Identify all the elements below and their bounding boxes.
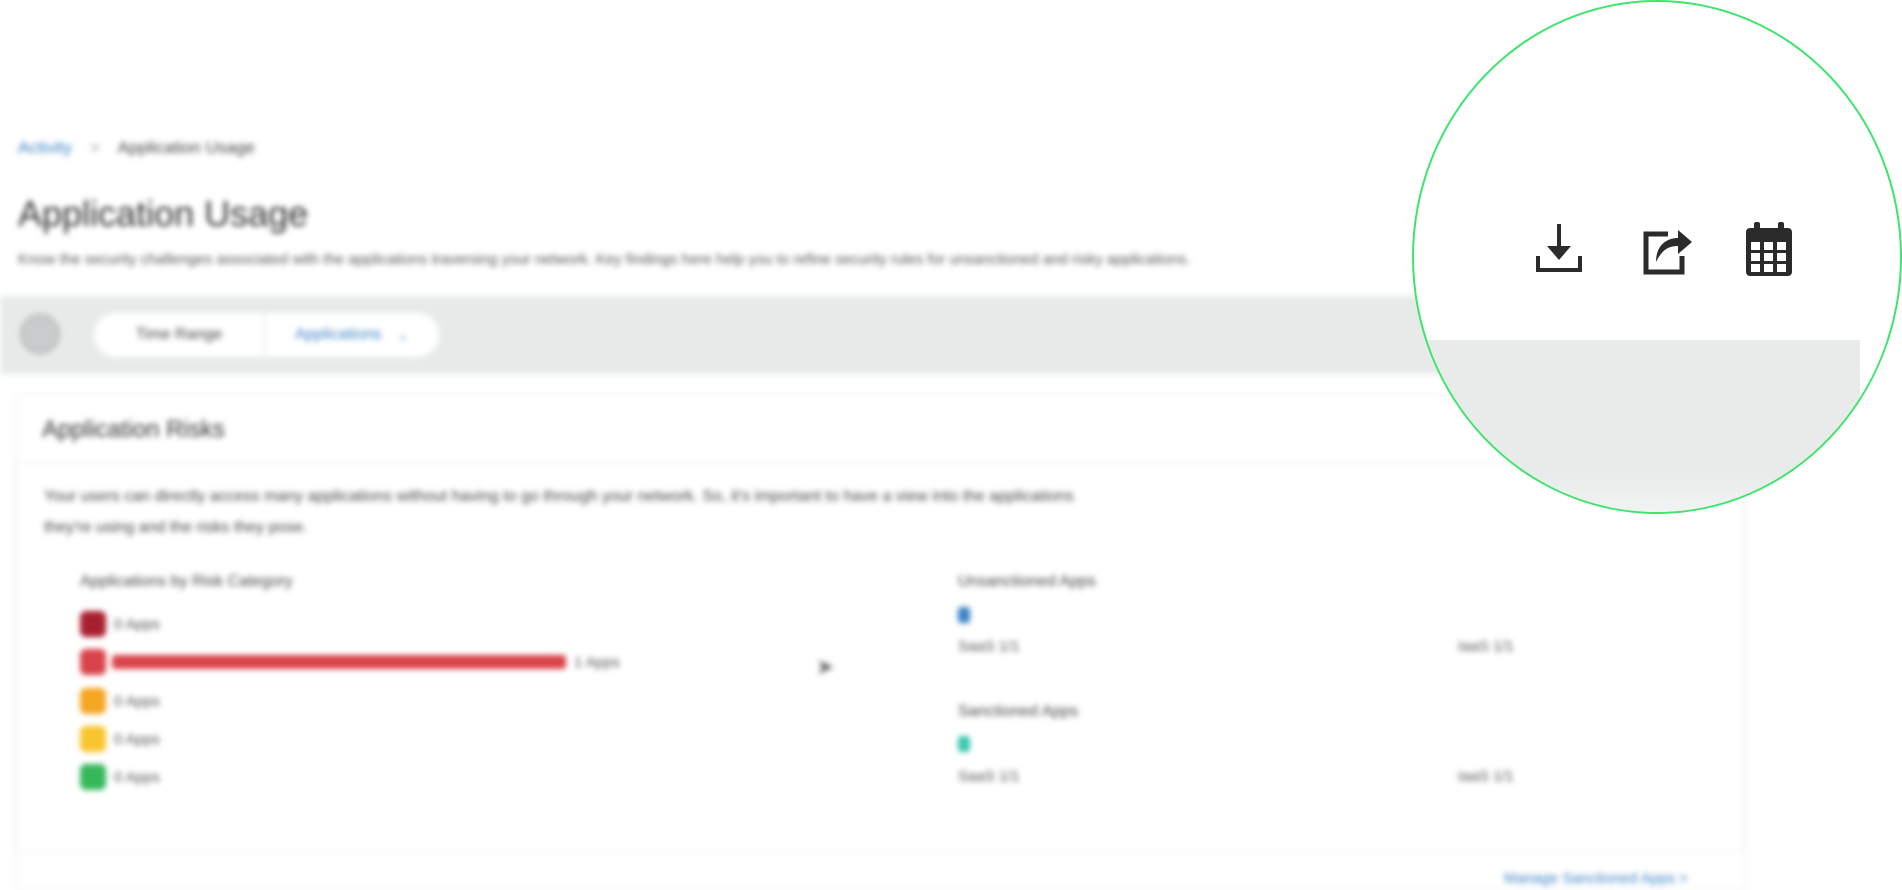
- applications-filter-label: Applications: [295, 326, 382, 343]
- filter-icon[interactable]: [20, 314, 60, 354]
- breadcrumb-activity-link[interactable]: Activity: [18, 138, 72, 158]
- risk-bar[interactable]: [112, 655, 566, 669]
- risk-label: 0 Apps: [114, 615, 160, 633]
- risk-label: 0 Apps: [114, 692, 160, 710]
- share-icon[interactable]: [1638, 220, 1692, 278]
- magnified-page-edge: [1860, 340, 1900, 512]
- risk-swatch: [80, 649, 106, 675]
- filter-pill-group: Time Range Applications ⌄: [94, 313, 440, 357]
- card-title: Application Risks: [42, 416, 225, 443]
- card-description: Your users can directly access many appl…: [44, 481, 1244, 543]
- page-title: Application Usage: [18, 193, 309, 234]
- unsanctioned-apps-bar: [958, 607, 970, 623]
- card-description-line-2: they're using and the risks they pose.: [44, 519, 308, 536]
- risk-label: 0 Apps: [114, 768, 160, 786]
- unsanctioned-iaas-count: IaaS 1/1: [1458, 638, 1514, 655]
- chevron-down-icon: ⌄: [397, 327, 410, 343]
- risk-swatch: [80, 764, 106, 790]
- breadcrumb-separator: >: [89, 138, 100, 157]
- page-root: Activity > Application Usage Application…: [0, 0, 1902, 890]
- risk-swatch: [80, 611, 106, 637]
- download-icon[interactable]: [1532, 220, 1586, 278]
- risk-row[interactable]: 0 Apps: [80, 611, 160, 637]
- risk-label: 0 Apps: [114, 730, 160, 748]
- card-description-line-1: Your users can directly access many appl…: [44, 488, 1074, 505]
- time-range-filter[interactable]: Time Range: [94, 313, 265, 357]
- manage-sanctioned-apps-link[interactable]: Manage Sanctioned Apps >: [1504, 870, 1688, 887]
- calendar-icon[interactable]: [1742, 220, 1796, 278]
- breadcrumb: Activity > Application Usage: [18, 138, 255, 158]
- risk-row[interactable]: 0 Apps: [80, 726, 160, 752]
- risk-row[interactable]: 0 Apps: [80, 688, 160, 714]
- sanctioned-iaas-count: IaaS 1/1: [1458, 768, 1514, 785]
- breadcrumb-current: Application Usage: [117, 138, 255, 157]
- unsanctioned-apps-title: Unsanctioned Apps: [958, 573, 1096, 590]
- risk-swatch: [80, 726, 106, 752]
- magnified-toolbar-band: [1414, 340, 1900, 512]
- sanctioned-apps-bar: [958, 736, 970, 752]
- risk-label: 1 Apps: [574, 653, 620, 671]
- mouse-cursor-icon: ➤: [816, 654, 835, 679]
- risk-swatch: [80, 688, 106, 714]
- zoom-magnifier: [1412, 0, 1902, 514]
- unsanctioned-saas-count: SaaS 1/1: [958, 638, 1020, 655]
- risk-row[interactable]: 1 Apps: [80, 649, 620, 675]
- sanctioned-apps-title: Sanctioned Apps: [958, 703, 1079, 720]
- applications-filter[interactable]: Applications ⌄: [265, 313, 439, 357]
- risk-row[interactable]: 0 Apps: [80, 764, 160, 790]
- risk-chart-title: Applications by Risk Category: [80, 573, 293, 590]
- page-description: Know the security challenges associated …: [18, 251, 1191, 268]
- sanctioned-saas-count: SaaS 1/1: [958, 768, 1020, 785]
